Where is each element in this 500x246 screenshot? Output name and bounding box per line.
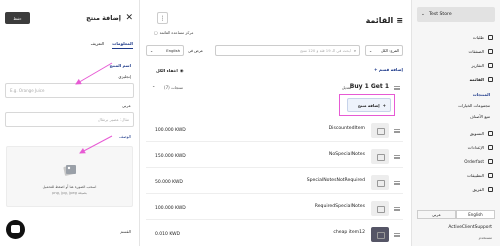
sidebar-item-marketing[interactable]: التسويق [470,131,493,136]
panel-header: حفظ إضافة منتج ✕ [5,12,133,26]
add-product-panel: حفظ إضافة منتج ✕ التعريف المعلومات اسم ا… [0,0,140,246]
category-product-count: منتجات (7) [164,85,184,90]
view-in-label: عرض في [188,48,204,53]
product-name: SpecialNotesNotRequired [306,178,365,183]
chevron-up-icon[interactable]: ⌃ [152,85,155,90]
product-image-placeholder-icon [371,149,389,164]
sidebar-subitem-item-tracking[interactable]: تتبع الأصناف [470,114,490,119]
drag-handle-icon[interactable] [394,155,400,159]
arabic-name-input[interactable]: مثال: عصير برتقال [5,112,134,127]
product-row[interactable]: 50.000 KWD SpecialNotesNotRequired [146,172,403,194]
product-name: cheap item12 [333,230,365,235]
sidebar-item-deals[interactable]: الصفقات [468,49,493,54]
product-row[interactable]: 100.000 KWD DiscountedItem [146,120,403,142]
menu-help-link[interactable]: ▢ مركز مساعدة القائمة [154,30,193,35]
sidebar: Test Store ⌄ طلبات الصفقات التقارير القا… [411,0,500,246]
sidebar-item-reports[interactable]: التقارير [471,63,493,68]
drag-handle-icon[interactable] [394,207,400,211]
product-name: RequiredSpecialNotes [314,204,365,209]
save-button[interactable]: حفظ [5,12,30,24]
category-name: Buy 1 Get 1 [349,83,389,90]
product-image [371,227,389,242]
user-name[interactable]: ActiveClientSupport [448,225,492,230]
store-selector[interactable]: Test Store ⌄ [417,7,495,22]
product-price: 100.000 KWD [155,206,186,211]
language-select[interactable]: ⌄ English [146,45,184,56]
product-row[interactable]: 150.000 KWD NoSpecialNotes [146,146,403,168]
image-hint-primary: اسحب الصورة هنا أو اضغط للتحميل [42,185,97,189]
product-price: 150.000 KWD [155,154,186,159]
image-hint-formats: png, jpg, jpeg بصيغة [52,191,87,195]
product-price: 0.010 KWD [155,232,181,237]
sidebar-item-apps[interactable]: التطبيقات [467,173,493,178]
chevron-down-icon: ⌄ [369,48,373,53]
search-icon: ⌕ [353,48,356,53]
drag-handle-icon[interactable] [394,129,400,133]
sidebar-item-menu[interactable]: القائمة [469,77,493,82]
drag-handle-icon[interactable] [394,233,400,237]
add-category-button[interactable]: + إضافة قسم [374,67,403,72]
orders-icon [488,35,493,40]
image-upload-icon [62,165,76,176]
product-image-placeholder-icon [371,201,389,216]
lang-arabic-button[interactable]: عربي [417,210,456,219]
menu-icon [488,77,493,82]
search-input[interactable]: ابحث في الـ 19 فئة و 120 منتج ⌕ [215,45,360,56]
section-label: القسم [120,229,131,234]
sidebar-item-orders[interactable]: طلبات [473,35,493,40]
orderfast-icon [488,159,493,164]
category-row[interactable]: ⌃ منتجات (7) تعديل Buy 1 Get 1 [146,82,403,94]
tab-information[interactable]: المعلومات [112,41,133,49]
sidebar-item-team[interactable]: الفريق [472,187,493,192]
description-label: الوصف [119,134,131,139]
settings-icon [488,145,493,150]
branch-select[interactable]: ⌄ الفرع: الكل [365,45,403,56]
english-name-input[interactable]: E.g. Orange Juice [5,83,134,98]
product-image-placeholder-icon [371,175,389,190]
product-price: 50.000 KWD [155,180,183,185]
user-role: مستخدم [478,235,492,240]
language-toggle: عربي English [417,210,495,219]
reports-icon [488,63,493,68]
product-row[interactable]: 0.010 KWD cheap item12 [146,224,403,246]
sidebar-item-orderfast[interactable]: Orderfast [464,159,493,164]
close-icon[interactable]: ✕ [125,12,133,24]
tab-definition[interactable]: التعريف [91,41,105,49]
chevron-down-icon: ⌄ [150,48,154,53]
menu-main: القائمة ≡ ⋮ ▢ مركز مساعدة القائمة ⌄ Englis… [141,0,411,246]
apps-icon [488,173,493,178]
product-image-placeholder-icon [371,123,389,138]
lang-english-button[interactable]: English [456,210,495,219]
more-options-button[interactable]: ⋮ [157,12,168,24]
menu-toolbar: ⌄ English عرض في ابحث في الـ 19 فئة و 12… [146,45,403,56]
help-icon: ▢ [154,30,158,35]
arabic-label: عربي [121,103,131,108]
sidebar-subitem-option-groups[interactable]: مجموعات الخيارات [458,103,490,108]
panel-tabs: التعريف المعلومات [91,41,133,49]
highlight-annotation [339,94,395,116]
hide-all-button[interactable]: اخفاء الكل ◉ [156,68,183,73]
drag-handle-icon[interactable] [394,86,400,90]
english-label: إنجليزي [118,74,131,79]
chat-support-button[interactable] [6,220,25,239]
product-row[interactable]: 100.000 KWD RequiredSpecialNotes [146,198,403,220]
deals-icon [488,49,493,54]
product-price: 100.000 KWD [155,128,186,133]
marketing-icon [488,131,493,136]
product-name: DiscountedItem [328,126,365,131]
drag-handle-icon[interactable] [394,181,400,185]
product-name-section-label: اسم المنتج [109,63,131,68]
sidebar-subitem-products[interactable]: المنتجات [473,92,490,97]
chevron-down-icon: ⌄ [421,12,425,17]
image-upload-dropzone[interactable]: اسحب الصورة هنا أو اضغط للتحميل png, jpg… [6,146,133,207]
panel-title: إضافة منتج [86,14,121,22]
team-icon [488,187,493,192]
product-name: NoSpecialNotes [328,152,365,157]
page-title: القائمة ≡ [365,16,403,25]
eye-icon: ◉ [179,68,184,73]
sidebar-item-settings[interactable]: الإعدادات [468,145,493,150]
